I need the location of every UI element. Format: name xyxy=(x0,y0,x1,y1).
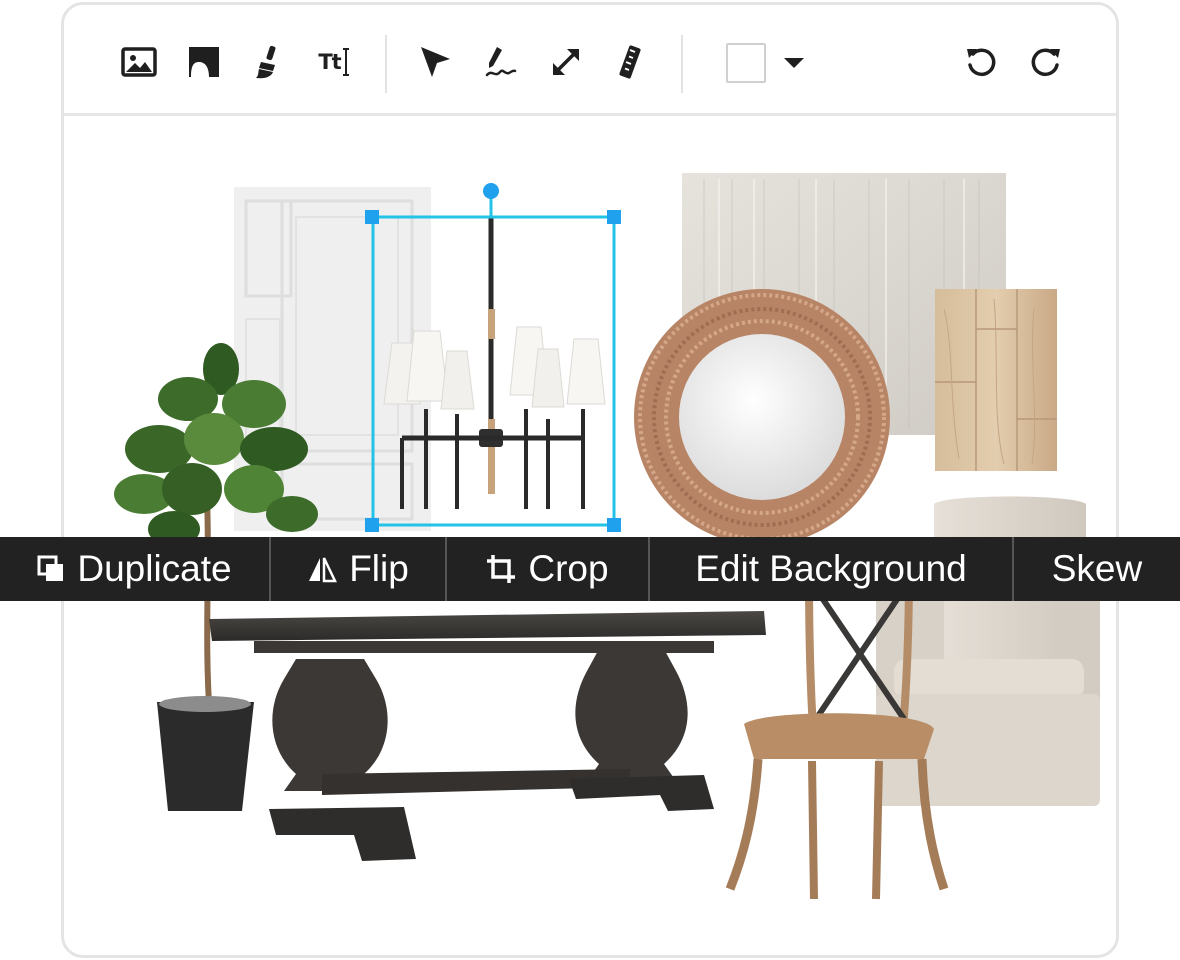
measure-button[interactable] xyxy=(607,35,655,89)
flip-icon xyxy=(309,557,338,583)
crop-icon xyxy=(487,555,516,583)
add-image-button[interactable] xyxy=(115,35,163,89)
redo-icon xyxy=(1031,48,1060,77)
duplicate-label: Duplicate xyxy=(77,548,232,589)
text-cursor-icon xyxy=(342,48,349,76)
pointer-icon xyxy=(421,47,450,77)
dining-table[interactable] xyxy=(209,611,766,861)
resize-handle-top-left[interactable] xyxy=(365,210,379,224)
wood-flooring[interactable] xyxy=(935,289,1057,471)
undo-button[interactable] xyxy=(957,35,1005,89)
round-mirror[interactable] xyxy=(634,289,890,545)
chevron-down-icon xyxy=(784,58,804,68)
resize-handle-top-right[interactable] xyxy=(607,210,621,224)
add-shape-button[interactable] xyxy=(180,35,228,89)
resize-handle-bottom-right[interactable] xyxy=(607,518,621,532)
context-menu-bar: Duplicate Flip Crop Edit Background Skew xyxy=(0,537,1180,601)
text-icon: Tt xyxy=(318,50,341,74)
paint-button[interactable] xyxy=(244,35,292,89)
skew-label: Skew xyxy=(1051,548,1143,589)
flip-button[interactable]: Flip xyxy=(271,537,447,601)
rotate-handle[interactable] xyxy=(483,183,499,199)
pen-icon xyxy=(485,47,517,77)
color-swatch[interactable] xyxy=(726,43,766,83)
toolbar: Tt xyxy=(64,5,1116,116)
duplicate-button[interactable]: Duplicate xyxy=(0,537,271,601)
add-text-button[interactable]: Tt xyxy=(310,35,358,89)
crop-label: Crop xyxy=(528,548,609,589)
paint-brush-icon xyxy=(256,45,276,79)
select-button[interactable] xyxy=(411,35,459,89)
resize-button[interactable] xyxy=(542,35,590,89)
skew-button[interactable]: Skew xyxy=(1014,537,1180,601)
ruler-icon xyxy=(619,45,641,79)
redo-button[interactable] xyxy=(1022,35,1070,89)
color-dropdown-button[interactable] xyxy=(780,51,808,75)
duplicate-icon xyxy=(37,555,64,581)
flip-label: Flip xyxy=(349,548,409,589)
draw-button[interactable] xyxy=(477,35,525,89)
edit-background-label: Edit Background xyxy=(695,548,967,589)
image-icon xyxy=(121,47,157,77)
edit-background-button[interactable]: Edit Background xyxy=(650,537,1014,601)
shape-icon xyxy=(189,47,219,77)
moodboard-editor: Tt xyxy=(61,2,1119,958)
resize-arrows-icon xyxy=(553,49,579,75)
toolbar-divider xyxy=(681,35,683,93)
resize-handle-bottom-left[interactable] xyxy=(365,518,379,532)
undo-icon xyxy=(967,48,996,77)
crop-button[interactable]: Crop xyxy=(447,537,650,601)
toolbar-divider xyxy=(385,35,387,93)
